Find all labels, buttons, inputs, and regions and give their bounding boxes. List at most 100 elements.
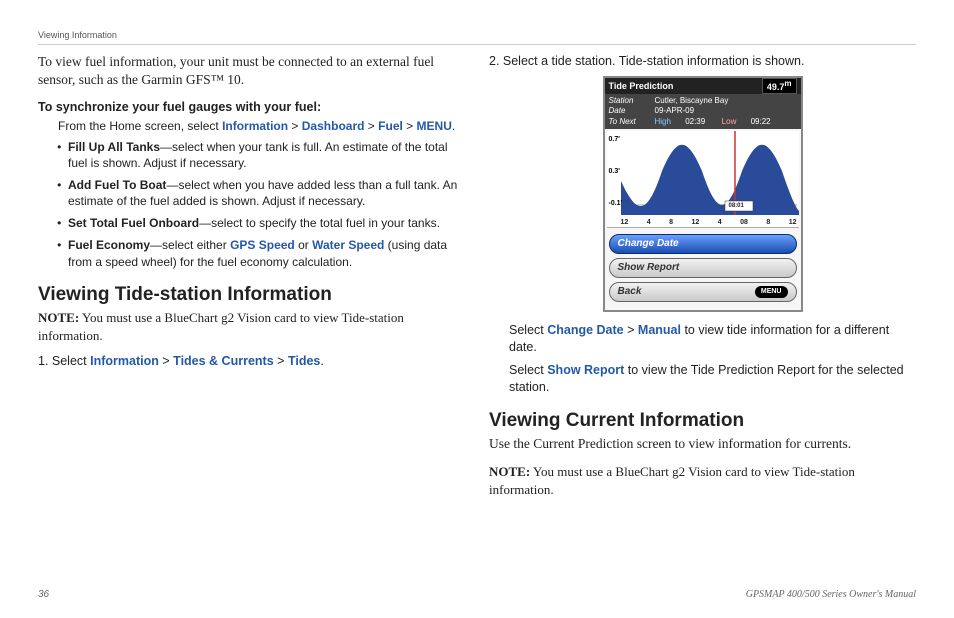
current-heading: Viewing Current Information	[489, 408, 916, 434]
device-unit: m	[784, 79, 791, 88]
station-label: Station	[609, 96, 649, 106]
meta-station-row: Station Cutler, Biscayne Bay	[609, 96, 797, 106]
x-label: 8	[669, 218, 673, 227]
date-value: 09-APR-09	[655, 106, 695, 116]
low-label: Low	[722, 117, 737, 127]
list-item: Fuel Economy—select either GPS Speed or …	[68, 237, 465, 269]
current-intro: Use the Current Prediction screen to vie…	[489, 435, 916, 453]
sync-heading: To synchronize your fuel gauges with you…	[38, 99, 465, 116]
tonext-label: To Next	[609, 117, 649, 127]
list-item: Set Total Fuel Onboard—select to specify…	[68, 215, 465, 231]
gt: >	[162, 354, 169, 368]
section-header: Viewing Information	[38, 30, 916, 45]
gt: >	[277, 354, 284, 368]
sync-from-text: From the Home screen, select	[58, 119, 222, 133]
opt-label: Fill Up All Tanks	[68, 140, 160, 154]
main-columns: To view fuel information, your unit must…	[38, 53, 916, 583]
page-number: 36	[38, 589, 49, 600]
back-button[interactable]: Back MENU	[609, 282, 797, 302]
nav-water-speed: Water Speed	[312, 238, 384, 252]
manual-title: GPSMAP 400/500 Series Owner's Manual	[746, 589, 916, 600]
device-value-num: 49.7	[767, 82, 785, 92]
fuel-options-list: Fill Up All Tanks—select when your tank …	[68, 139, 465, 270]
x-label: 4	[647, 218, 651, 227]
current-note: NOTE: You must use a BlueChart g2 Vision…	[489, 463, 916, 498]
y-label-0: 0.7'	[609, 135, 620, 144]
gt: >	[627, 323, 634, 337]
device-buttons: Change Date Show Report Back MENU	[605, 230, 801, 310]
x-label: 8	[766, 218, 770, 227]
x-label: 08	[740, 218, 748, 227]
show-report-button[interactable]: Show Report	[609, 258, 797, 278]
opt-label: Fuel Economy	[68, 238, 150, 252]
meta-date-row: Date 09-APR-09	[609, 106, 797, 116]
nav-change-date: Change Date	[547, 323, 623, 337]
x-label: 12	[621, 218, 629, 227]
tide-chart: 0.7' 0.3' -0.1' 08:01 12 4 8 12 4 08 8 1…	[607, 131, 799, 228]
tide-heading: Viewing Tide-station Information	[38, 282, 465, 308]
gt: >	[406, 119, 413, 133]
device-value: 49.7m	[762, 78, 797, 94]
gt: >	[291, 119, 298, 133]
device-titlebar: Tide Prediction 49.7m	[605, 78, 801, 94]
page-footer: 36 GPSMAP 400/500 Series Owner's Manual	[38, 589, 916, 600]
step-2: 2. Select a tide station. Tide-station i…	[489, 53, 916, 70]
nav-gps-speed: GPS Speed	[230, 238, 295, 252]
x-axis-labels: 12 4 8 12 4 08 8 12	[621, 218, 797, 227]
opt-text: —select to specify the total fuel in you…	[199, 216, 440, 230]
high-label: High	[655, 117, 671, 127]
gt: >	[368, 119, 375, 133]
list-item: Fill Up All Tanks—select when your tank …	[68, 139, 465, 171]
nav-tides-currents: Tides & Currents	[173, 354, 274, 368]
menu-pill: MENU	[755, 286, 788, 297]
or-text: or	[295, 238, 312, 252]
device-meta: Station Cutler, Biscayne Bay Date 09-APR-0…	[605, 94, 801, 129]
x-label: 4	[718, 218, 722, 227]
btn-label: Back	[618, 285, 642, 299]
device-title: Tide Prediction	[609, 80, 762, 92]
change-date-button[interactable]: Change Date	[609, 234, 797, 254]
nav-dashboard: Dashboard	[302, 119, 365, 133]
tide-chart-svg	[607, 131, 799, 227]
btn-label: Show Report	[618, 261, 680, 275]
nav-menu: MENU	[417, 119, 452, 133]
intro-paragraph: To view fuel information, your unit must…	[38, 53, 465, 89]
meta-tonext-row: To Next High 02:39 Low 09:22	[609, 117, 797, 127]
nav-information: Information	[222, 119, 288, 133]
select-show-report: Select Show Report to view the Tide Pred…	[509, 362, 916, 396]
note-text: You must use a BlueChart g2 Vision card …	[489, 464, 855, 497]
nav-show-report: Show Report	[547, 363, 624, 377]
nav-tides: Tides	[288, 354, 320, 368]
nav-manual: Manual	[638, 323, 681, 337]
sync-path: From the Home screen, select Information…	[58, 118, 465, 134]
period: .	[320, 354, 323, 368]
step-1: 1. Select Information > Tides & Currents…	[38, 353, 465, 370]
y-label-2: -0.1'	[609, 199, 623, 208]
select-change-date: Select Change Date > Manual to view tide…	[509, 322, 916, 356]
step1-prefix: 1. Select	[38, 354, 90, 368]
left-column: To view fuel information, your unit must…	[38, 53, 465, 583]
sel-pre: Select	[509, 363, 547, 377]
nav-information: Information	[90, 354, 159, 368]
opt-label: Set Total Fuel Onboard	[68, 216, 199, 230]
opt-label: Add Fuel To Boat	[68, 178, 166, 192]
rise-time-label: 08:01	[729, 202, 744, 210]
btn-label: Change Date	[618, 237, 679, 251]
low-time: 09:22	[751, 117, 771, 127]
tide-note: NOTE: You must use a BlueChart g2 Vision…	[38, 309, 465, 344]
device-screenshot: Tide Prediction 49.7m Station Cutler, Bis…	[603, 76, 803, 312]
high-time: 02:39	[685, 117, 705, 127]
list-item: Add Fuel To Boat—select when you have ad…	[68, 177, 465, 209]
station-name: Cutler, Biscayne Bay	[655, 96, 729, 106]
x-label: 12	[691, 218, 699, 227]
opt-text: —select either	[150, 238, 230, 252]
right-column: 2. Select a tide station. Tide-station i…	[489, 53, 916, 583]
y-label-1: 0.3'	[609, 167, 620, 176]
note-label: NOTE:	[489, 464, 530, 479]
nav-fuel: Fuel	[378, 119, 403, 133]
sel-pre: Select	[509, 323, 547, 337]
date-label: Date	[609, 106, 649, 116]
x-label: 12	[789, 218, 797, 227]
note-text: You must use a BlueChart g2 Vision card …	[38, 310, 404, 343]
note-label: NOTE:	[38, 310, 79, 325]
